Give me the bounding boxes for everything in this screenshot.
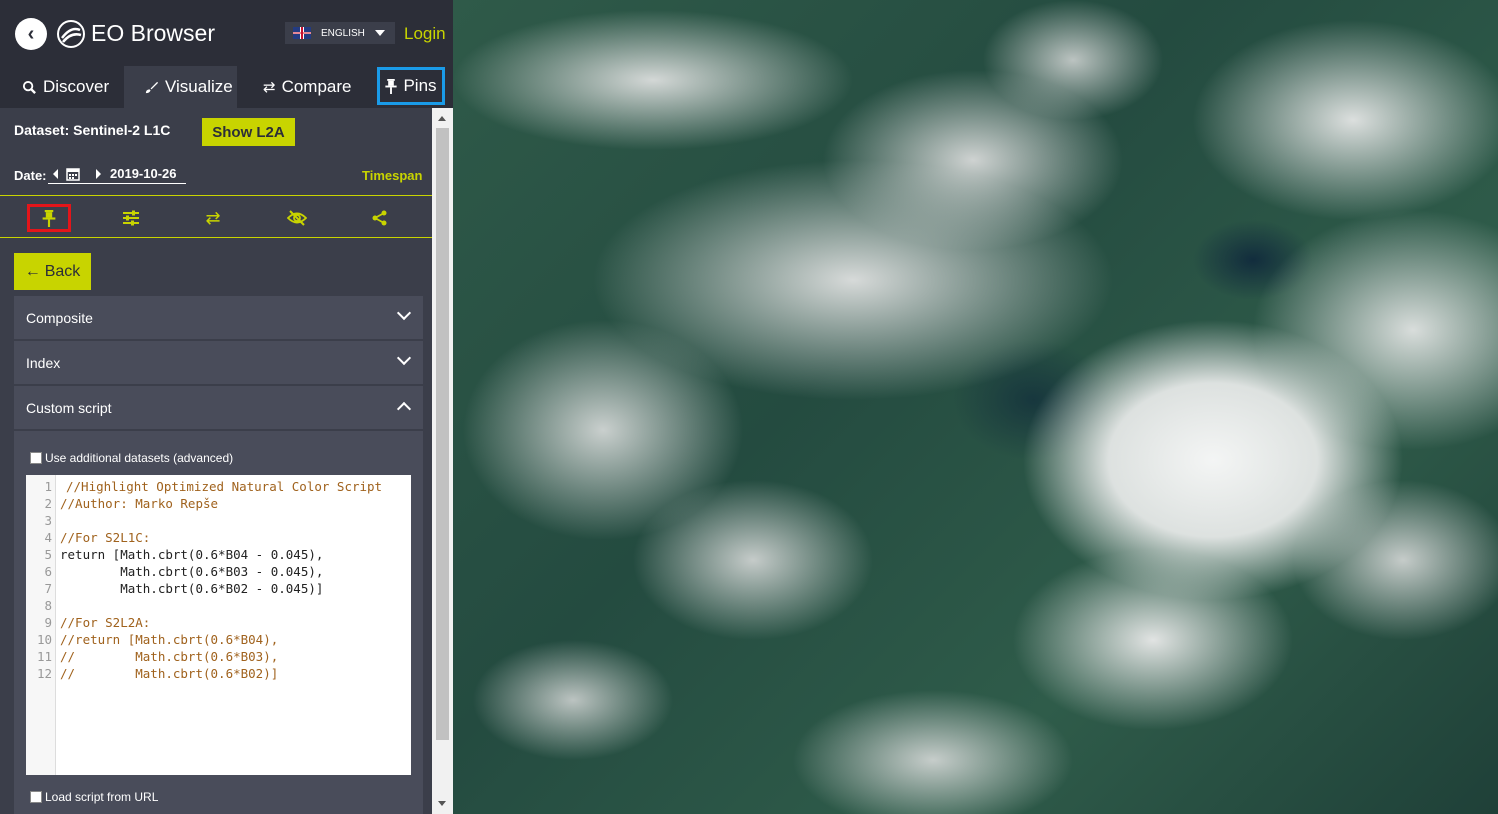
show-l2a-button[interactable]: Show L2A xyxy=(202,118,295,146)
login-link[interactable]: Login xyxy=(404,24,446,44)
header: ‹ EO Browser ENGLISH Login xyxy=(0,0,453,66)
back-button[interactable]: ← Back xyxy=(14,253,91,290)
additional-datasets-checkbox[interactable] xyxy=(30,452,42,464)
language-select[interactable]: ENGLISH xyxy=(285,22,395,44)
date-label: Date: xyxy=(14,168,47,183)
sidebar-scrollbar[interactable] xyxy=(432,108,453,814)
tab-discover[interactable]: Discover xyxy=(22,66,109,108)
uk-flag-icon xyxy=(293,27,311,39)
brush-icon xyxy=(145,81,159,93)
next-date-icon[interactable] xyxy=(96,168,101,179)
chevron-left-icon: ‹ xyxy=(27,22,35,45)
accordion-composite[interactable]: Composite xyxy=(14,296,423,339)
date-value[interactable]: 2019-10-26 xyxy=(110,166,177,181)
sliders-icon xyxy=(123,210,139,226)
eo-browser-logo-icon xyxy=(57,20,85,48)
accordion-index-label: Index xyxy=(26,354,61,371)
chevron-down-icon xyxy=(396,305,412,321)
timespan-link[interactable]: Timespan xyxy=(362,168,422,183)
accordion-index[interactable]: Index xyxy=(14,341,423,384)
collapse-sidebar-button[interactable]: ‹ xyxy=(15,18,47,50)
tab-visualize-label: Visualize xyxy=(165,77,233,96)
scrollbar-thumb[interactable] xyxy=(436,128,449,740)
calendar-icon[interactable] xyxy=(66,167,80,181)
load-script-url-label: Load script from URL xyxy=(45,790,159,804)
code-line: 8 xyxy=(44,598,52,613)
scroll-up-icon[interactable] xyxy=(438,116,446,121)
date-picker[interactable]: 2019-10-26 xyxy=(48,164,186,184)
previous-date-icon[interactable] xyxy=(53,168,58,179)
load-script-url-option[interactable]: Load script from URL xyxy=(30,790,158,804)
scroll-down-icon[interactable] xyxy=(438,801,446,806)
dataset-label: Dataset: xyxy=(14,122,70,138)
code-line: 10//return [Math.cbrt(0.6*B04), xyxy=(36,632,279,647)
custom-script-panel: Use additional datasets (advanced) 1//Hi… xyxy=(14,431,423,814)
dataset-name: Sentinel-2 L1C xyxy=(73,122,171,138)
code-line: 5 return [Math.cbrt(0.6*B04 - 0.045), xyxy=(44,547,324,562)
additional-datasets-option[interactable]: Use additional datasets (advanced) xyxy=(30,451,233,465)
main-tabs: Discover Visualize ⇄ Compare Pins xyxy=(0,66,453,108)
hide-layer-button[interactable] xyxy=(275,204,319,232)
compare-arrows-icon: ⇄ xyxy=(205,207,221,228)
layer-toolbar: ⇄ xyxy=(0,195,432,238)
tab-discover-label: Discover xyxy=(43,77,110,96)
tab-pins-label: Pins xyxy=(403,76,437,95)
share-icon xyxy=(372,210,387,226)
additional-datasets-label: Use additional datasets (advanced) xyxy=(45,451,234,465)
eye-slash-icon xyxy=(287,210,307,226)
sidebar: ‹ EO Browser ENGLISH Login Discover Visu… xyxy=(0,0,453,814)
tab-compare-label: Compare xyxy=(281,77,352,96)
code-line: 4//For S2L1C: xyxy=(44,530,151,545)
load-script-url-checkbox[interactable] xyxy=(30,791,42,803)
chevron-up-icon xyxy=(396,401,412,417)
accordion-custom-script-label: Custom script xyxy=(26,399,112,416)
tab-compare[interactable]: ⇄ Compare xyxy=(263,66,352,108)
accordion-custom-script[interactable]: Custom script xyxy=(14,386,423,429)
code-line: 1//Highlight Optimized Natural Color Scr… xyxy=(44,479,383,494)
arrow-left-icon: ← xyxy=(24,262,41,280)
accordion-composite-label: Composite xyxy=(26,309,93,326)
tab-visualize[interactable]: Visualize xyxy=(124,66,237,108)
code-line: 3 xyxy=(44,513,52,528)
effects-button[interactable] xyxy=(109,204,153,232)
code-line: 2//Author: Marko Repše xyxy=(44,496,219,511)
code-line: 9//For S2L2A: xyxy=(44,615,151,630)
back-button-label: Back xyxy=(44,262,81,280)
chevron-down-icon xyxy=(396,350,412,366)
tab-pins[interactable]: Pins xyxy=(377,67,445,105)
caret-down-icon xyxy=(375,30,385,36)
visualize-panel: Dataset: Sentinel-2 L1C Show L2A Date: 2… xyxy=(0,108,432,814)
app-title: EO Browser xyxy=(91,20,215,46)
code-line: 7 Math.cbrt(0.6*B02 - 0.045)] xyxy=(44,581,324,596)
satellite-map[interactable] xyxy=(453,0,1498,814)
code-line: 6 Math.cbrt(0.6*B03 - 0.045), xyxy=(44,564,324,579)
compare-arrows-icon: ⇄ xyxy=(263,79,276,96)
code-line: 11// Math.cbrt(0.6*B03), xyxy=(36,649,279,664)
language-label: ENGLISH xyxy=(321,27,365,39)
dataset-info: Dataset: Sentinel-2 L1C xyxy=(14,122,170,138)
script-editor[interactable]: 1//Highlight Optimized Natural Color Scr… xyxy=(26,475,411,775)
pin-icon xyxy=(42,209,56,227)
add-to-compare-button[interactable]: ⇄ xyxy=(191,204,235,232)
add-pin-button[interactable] xyxy=(27,204,71,232)
pin-icon xyxy=(385,78,398,94)
code-line: 12// Math.cbrt(0.6*B02)] xyxy=(36,666,279,681)
share-button[interactable] xyxy=(358,204,402,232)
search-icon xyxy=(22,80,36,94)
